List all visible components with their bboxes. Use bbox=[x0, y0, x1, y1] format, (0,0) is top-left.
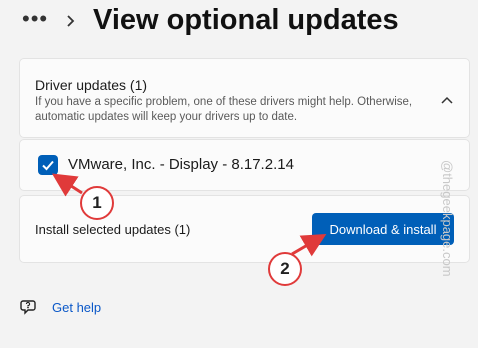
checkmark-icon bbox=[42, 160, 54, 171]
driver-updates-title: Driver updates (1) bbox=[35, 77, 148, 93]
install-selected-label: Install selected updates (1) bbox=[35, 222, 191, 237]
driver-updates-description: If you have a specific problem, one of t… bbox=[35, 96, 413, 123]
chevron-right-icon bbox=[64, 11, 78, 31]
help-icon[interactable] bbox=[20, 298, 38, 316]
download-install-button[interactable]: Download & install bbox=[312, 213, 454, 245]
watermark: @thegeekpage.com bbox=[440, 160, 455, 277]
chevron-up-icon[interactable] bbox=[440, 92, 454, 104]
driver-item-label: VMware, Inc. - Display - 8.17.2.14 bbox=[68, 156, 294, 173]
get-help-link[interactable]: Get help bbox=[52, 300, 101, 315]
annotation-badge-2: 2 bbox=[268, 252, 302, 286]
driver-item-checkbox[interactable] bbox=[38, 155, 58, 175]
more-options-icon[interactable]: ••• bbox=[22, 8, 50, 32]
page-title: View optional updates bbox=[93, 4, 399, 36]
annotation-badge-1: 1 bbox=[80, 186, 114, 220]
